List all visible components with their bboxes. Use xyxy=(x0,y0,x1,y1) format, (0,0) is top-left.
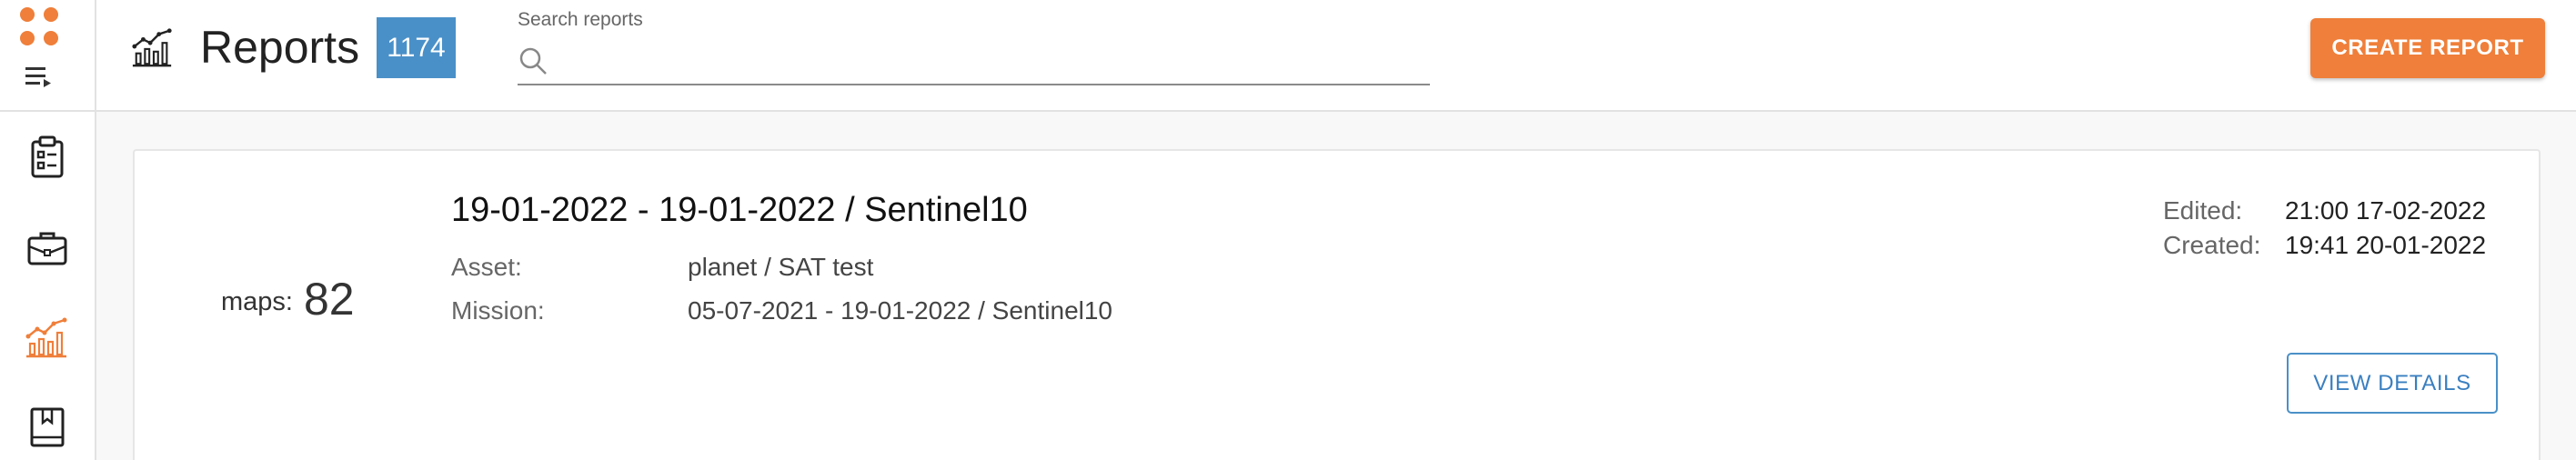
page-header: Reports 1174 Search reports CREATE REPOR… xyxy=(96,0,2576,112)
clipboard-icon xyxy=(31,135,64,178)
edited-label: Edited: xyxy=(2163,196,2243,225)
chart-icon xyxy=(25,317,67,358)
app-logo-icon[interactable] xyxy=(20,7,60,47)
search-input[interactable] xyxy=(518,38,1430,85)
sidebar-item-briefcase[interactable] xyxy=(0,211,95,284)
chart-icon xyxy=(132,28,172,67)
report-card[interactable]: maps: 82 19-01-2022 - 19-01-2022 / Senti… xyxy=(133,149,2541,460)
book-icon xyxy=(30,407,65,447)
sidebar-header xyxy=(0,0,95,112)
sidebar xyxy=(0,0,96,460)
mission-value: 05-07-2021 - 19-01-2022 / Sentinel10 xyxy=(688,296,1113,325)
maps-count: 82 xyxy=(304,274,355,325)
report-title: 19-01-2022 - 19-01-2022 / Sentinel10 xyxy=(451,191,1028,229)
maps-label: maps: xyxy=(221,287,293,316)
page-title: Reports xyxy=(200,22,360,73)
created-label: Created: xyxy=(2163,231,2261,259)
report-count-badge: 1174 xyxy=(377,17,456,78)
sidebar-item-clipboard[interactable] xyxy=(0,121,95,194)
asset-value: planet / SAT test xyxy=(688,253,874,281)
created-timestamp: 19:41 20-01-2022 xyxy=(2285,231,2487,259)
asset-label: Asset: xyxy=(451,253,522,281)
search-label: Search reports xyxy=(518,9,643,30)
briefcase-icon xyxy=(27,232,67,265)
mission-label: Mission: xyxy=(451,296,545,325)
create-report-button[interactable]: CREATE REPORT xyxy=(2310,18,2545,78)
sidebar-item-archive[interactable] xyxy=(0,391,95,460)
menu-toggle-icon[interactable] xyxy=(25,65,55,89)
edited-timestamp: 21:00 17-02-2022 xyxy=(2285,196,2487,225)
view-details-button[interactable]: VIEW DETAILS xyxy=(2287,353,2498,414)
sidebar-item-reports[interactable] xyxy=(0,301,95,374)
